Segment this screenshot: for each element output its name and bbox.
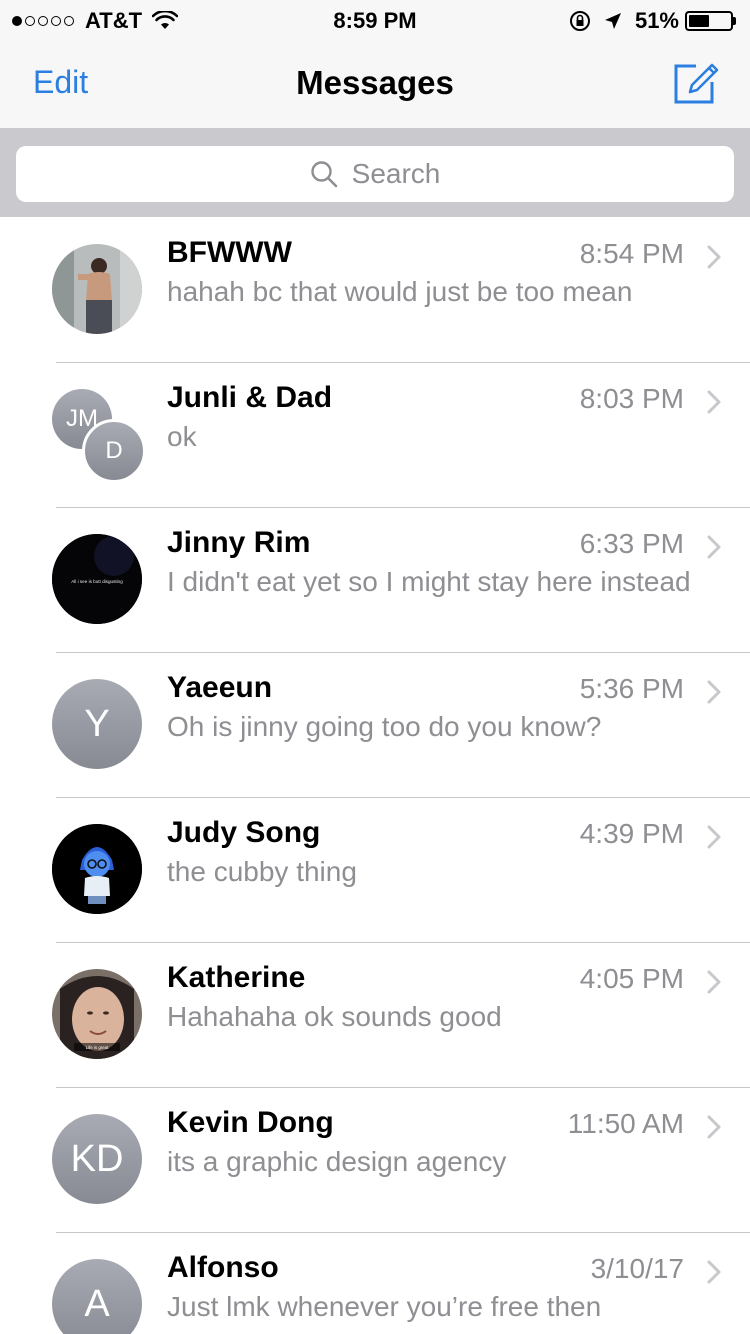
message-preview: Hahahaha ok sounds good	[167, 1001, 502, 1032]
avatar-initials: KD	[52, 1114, 142, 1204]
conversation-row-kevin-dong[interactable]: KD Kevin Dong 11:50 AM its a graphic des…	[0, 1088, 750, 1233]
conversation-row-alfonso[interactable]: A Alfonso 3/10/17 Just lmk whenever you’…	[0, 1233, 750, 1334]
conversation-row-bfwww[interactable]: BFWWW 8:54 PM hahah bc that would just b…	[0, 218, 750, 363]
message-time: 6:33 PM	[579, 528, 684, 559]
battery-level	[689, 15, 709, 27]
avatar-photo: All i see is butt disgusting	[52, 534, 142, 624]
avatar-photo-image	[52, 244, 142, 334]
rotation-lock-icon	[569, 11, 590, 31]
contact-name: Kevin Dong	[167, 1106, 334, 1139]
conversation-row-judy-song[interactable]: Judy Song 4:39 PM the cubby thing	[0, 798, 750, 943]
avatar-photo-image	[52, 824, 142, 914]
avatar-initials: A	[52, 1259, 142, 1334]
message-preview: hahah bc that would just be too mean	[167, 276, 633, 307]
battery-icon	[685, 11, 733, 31]
avatar-initials: Y	[52, 679, 142, 769]
messages-screen: AT&T 8:59 PM 51% Edit Messages Search BF…	[0, 0, 750, 1334]
status-right: 51%	[569, 8, 736, 34]
conversation-row-katherine[interactable]: Life is great Katherine 4:05 PM Hahahaha…	[0, 943, 750, 1088]
avatar-initials-d: D	[82, 419, 146, 483]
conversation-row-jinny-rim[interactable]: All i see is butt disgusting Jinny Rim 6…	[0, 508, 750, 653]
avatar-photo-image: Life is great	[52, 969, 142, 1059]
chevron-right-icon	[707, 680, 721, 704]
chevron-right-icon	[707, 825, 721, 849]
status-bar: AT&T 8:59 PM 51%	[0, 0, 750, 40]
message-preview: Oh is jinny going too do you know?	[167, 711, 602, 742]
search-area: Search	[0, 129, 750, 217]
avatar-photo	[52, 244, 142, 334]
chevron-right-icon	[707, 390, 721, 414]
contact-name: Junli & Dad	[167, 381, 333, 414]
conversation-row-yaeeun[interactable]: Y Yaeeun 5:36 PM Oh is jinny going too d…	[0, 653, 750, 798]
chevron-right-icon	[707, 970, 721, 994]
chevron-right-icon	[707, 1115, 721, 1139]
chevron-right-icon	[707, 245, 721, 269]
search-icon	[310, 161, 337, 188]
message-time: 4:05 PM	[579, 963, 684, 994]
compose-icon[interactable]	[670, 56, 720, 106]
message-time: 5:36 PM	[579, 673, 684, 704]
conversation-list: BFWWW 8:54 PM hahah bc that would just b…	[0, 218, 750, 1334]
contact-name: Judy Song	[167, 816, 321, 849]
chevron-right-icon	[707, 1260, 721, 1284]
contact-name: Katherine	[167, 961, 306, 994]
page-title: Messages	[296, 64, 454, 101]
contact-name: Yaeeun	[167, 671, 273, 704]
avatar-photo-image: All i see is butt disgusting	[52, 534, 142, 624]
avatar-photo: Life is great	[52, 969, 142, 1059]
message-preview: its a graphic design agency	[167, 1146, 507, 1177]
conversation-row-junli-dad[interactable]: JM D Junli & Dad 8:03 PM ok	[0, 363, 750, 508]
message-time: 4:39 PM	[579, 818, 684, 849]
chevron-right-icon	[707, 535, 721, 559]
message-preview: Just lmk whenever you’re free then	[167, 1291, 602, 1322]
location-arrow-icon	[604, 13, 621, 29]
contact-name: Jinny Rim	[167, 526, 311, 559]
battery-percent: 51%	[634, 8, 679, 33]
avatar-caption: Life is great	[86, 1045, 109, 1050]
battery-tip	[733, 17, 736, 25]
search-placeholder: Search	[351, 158, 441, 189]
group-avatar: JM D	[52, 389, 146, 483]
message-time: 11:50 AM	[567, 1108, 684, 1139]
navigation-bar: Edit Messages	[0, 40, 750, 129]
message-preview: I didn't eat yet so I might stay here in…	[167, 566, 691, 597]
contact-name: Alfonso	[167, 1251, 279, 1284]
avatar-caption: All i see is butt disgusting	[71, 579, 123, 584]
message-preview: ok	[167, 421, 197, 452]
message-preview: the cubby thing	[167, 856, 357, 887]
message-time: 3/10/17	[590, 1253, 684, 1284]
contact-name: BFWWW	[167, 236, 292, 269]
avatar-photo	[52, 824, 142, 914]
message-time: 8:54 PM	[579, 238, 684, 269]
search-input[interactable]: Search	[16, 146, 734, 202]
message-time: 8:03 PM	[579, 383, 684, 414]
